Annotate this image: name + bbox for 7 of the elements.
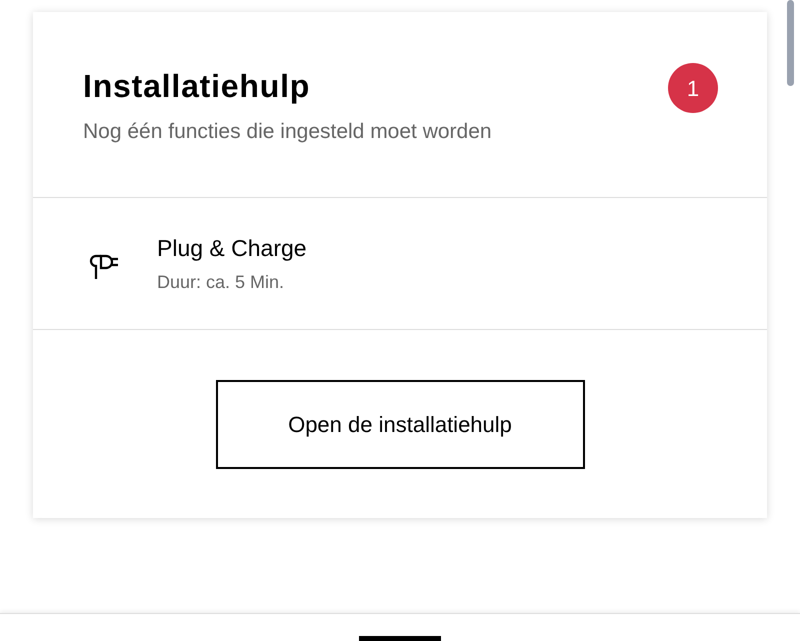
open-assistant-button[interactable]: Open de installatiehulp (216, 380, 584, 468)
item-duration: Duur: ca. 5 Min. (157, 270, 284, 294)
scrollbar[interactable] (787, 0, 794, 86)
count-badge: 1 (668, 63, 718, 113)
card-subtitle: Nog één functies die ingesteld moet worden (83, 119, 492, 145)
card-title: Installatiehulp (83, 70, 310, 102)
item-title: Plug & Charge (157, 234, 307, 264)
